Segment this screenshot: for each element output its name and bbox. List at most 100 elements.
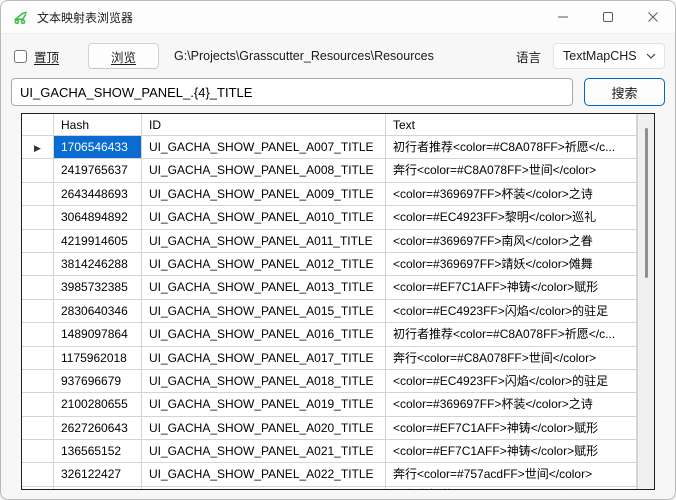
id-cell[interactable]: UI_GACHA_SHOW_PANEL_A007_TITLE <box>142 136 386 159</box>
id-cell[interactable]: UI_GACHA_SHOW_PANEL_A008_TITLE <box>142 159 386 182</box>
table-row[interactable]: ▶ 2627260643 UI_GACHA_SHOW_PANEL_A020_TI… <box>22 417 637 440</box>
column-header-text[interactable]: Text <box>386 114 637 136</box>
text-cell[interactable]: <color=#EF7C1AFF>神铸</color>赋形 <box>386 440 637 463</box>
id-cell[interactable]: UI_GACHA_SHOW_PANEL_A010_TITLE <box>142 206 386 229</box>
table-row[interactable]: ▶ 136565152 UI_GACHA_SHOW_PANEL_A021_TIT… <box>22 440 637 463</box>
table-row[interactable]: ▶ 3814246288 UI_GACHA_SHOW_PANEL_A012_TI… <box>22 253 637 276</box>
row-header-cell[interactable]: ▶ <box>22 417 54 440</box>
table-row[interactable]: ▶ 1489097864 UI_GACHA_SHOW_PANEL_A016_TI… <box>22 323 637 346</box>
partial-table-row[interactable]: 初行者推荐<color=#C8A078FF>祈愿</c... <box>22 487 637 489</box>
hash-cell[interactable]: 3064894892 <box>54 206 142 229</box>
table-row[interactable]: ▶ 2100280655 UI_GACHA_SHOW_PANEL_A019_TI… <box>22 393 637 416</box>
hash-cell[interactable]: 1706546433 <box>54 136 142 159</box>
text-cell[interactable]: <color=#EC4923FF>闪焰</color>的驻足 <box>386 300 637 323</box>
table-row[interactable]: ▶ 1706546433 UI_GACHA_SHOW_PANEL_A007_TI… <box>22 136 637 159</box>
row-header-cell[interactable]: ▶ <box>22 300 54 323</box>
column-header-id[interactable]: ID <box>142 114 386 136</box>
text-cell[interactable]: <color=#369697FF>南风</color>之眷 <box>386 230 637 253</box>
search-input[interactable] <box>11 78 573 106</box>
table-row[interactable]: ▶ 4219914605 UI_GACHA_SHOW_PANEL_A011_TI… <box>22 230 637 253</box>
scrollbar-thumb[interactable] <box>645 128 648 278</box>
table-row[interactable]: ▶ 2830640346 UI_GACHA_SHOW_PANEL_A015_TI… <box>22 300 637 323</box>
maximize-icon <box>602 11 614 23</box>
grid-header-row: Hash ID Text <box>22 114 637 136</box>
row-header-cell[interactable]: ▶ <box>22 230 54 253</box>
pin-checkbox-label: 置顶 <box>34 47 59 66</box>
row-header-cell[interactable]: ▶ <box>22 393 54 416</box>
id-cell[interactable]: UI_GACHA_SHOW_PANEL_A018_TITLE <box>142 370 386 393</box>
text-cell[interactable]: 奔行<color=#C8A078FF>世间</color> <box>386 159 637 182</box>
hash-cell[interactable]: 4219914605 <box>54 230 142 253</box>
hash-cell[interactable]: 1175962018 <box>54 347 142 370</box>
text-cell[interactable]: <color=#EC4923FF>黎明</color>巡礼 <box>386 206 637 229</box>
resources-path: G:\Projects\Grasscutter_Resources\Resour… <box>174 49 434 63</box>
table-row[interactable]: ▶ 937696679 UI_GACHA_SHOW_PANEL_A018_TIT… <box>22 370 637 393</box>
id-cell[interactable]: UI_GACHA_SHOW_PANEL_A016_TITLE <box>142 323 386 346</box>
id-cell[interactable]: UI_GACHA_SHOW_PANEL_A019_TITLE <box>142 393 386 416</box>
hash-cell[interactable]: 2100280655 <box>54 393 142 416</box>
id-cell[interactable]: UI_GACHA_SHOW_PANEL_A015_TITLE <box>142 300 386 323</box>
row-header-cell[interactable]: ▶ <box>22 183 54 206</box>
row-header-cell[interactable]: ▶ <box>22 276 54 299</box>
hash-cell[interactable]: 136565152 <box>54 440 142 463</box>
maximize-button[interactable] <box>585 1 630 33</box>
hash-cell[interactable]: 937696679 <box>54 370 142 393</box>
column-header-hash[interactable]: Hash <box>54 114 142 136</box>
minimize-button[interactable] <box>540 1 585 33</box>
hash-cell[interactable]: 3814246288 <box>54 253 142 276</box>
window-title: 文本映射表浏览器 <box>37 9 133 26</box>
hash-cell[interactable]: 2419765637 <box>54 159 142 182</box>
text-cell[interactable]: 初行者推荐<color=#C8A078FF>祈愿</c... <box>386 323 637 346</box>
text-cell[interactable]: <color=#EF7C1AFF>神铸</color>赋形 <box>386 276 637 299</box>
browse-button[interactable]: 浏览 <box>88 43 159 69</box>
row-header-cell[interactable]: ▶ <box>22 370 54 393</box>
vertical-scrollbar[interactable] <box>637 114 654 489</box>
id-cell[interactable]: UI_GACHA_SHOW_PANEL_A022_TITLE <box>142 463 386 486</box>
text-cell[interactable]: <color=#EC4923FF>闪焰</color>的驻足 <box>386 370 637 393</box>
row-header-cell[interactable]: ▶ <box>22 463 54 486</box>
grid-corner-cell[interactable] <box>22 114 54 136</box>
grid-table: Hash ID Text ▶ 1706546433 UI_GACHA_SHOW_… <box>22 114 637 489</box>
text-cell[interactable]: 初行者推荐<color=#C8A078FF>祈愿</c... <box>386 136 637 159</box>
id-cell[interactable]: UI_GACHA_SHOW_PANEL_A020_TITLE <box>142 417 386 440</box>
hash-cell[interactable]: 2830640346 <box>54 300 142 323</box>
text-cell[interactable]: <color=#369697FF>靖妖</color>傩舞 <box>386 253 637 276</box>
table-row[interactable]: ▶ 2643448693 UI_GACHA_SHOW_PANEL_A009_TI… <box>22 183 637 206</box>
id-cell[interactable]: UI_GACHA_SHOW_PANEL_A009_TITLE <box>142 183 386 206</box>
close-button[interactable] <box>630 1 675 33</box>
hash-cell[interactable]: 1489097864 <box>54 323 142 346</box>
text-cell[interactable]: <color=#EF7C1AFF>神铸</color>赋形 <box>386 417 637 440</box>
hash-cell[interactable]: 2643448693 <box>54 183 142 206</box>
text-cell[interactable]: <color=#369697FF>杯装</color>之诗 <box>386 183 637 206</box>
text-cell[interactable]: <color=#369697FF>杯装</color>之诗 <box>386 393 637 416</box>
language-label: 语言 <box>516 47 541 66</box>
pin-checkbox[interactable]: 置顶 <box>14 47 59 66</box>
table-row[interactable]: ▶ 3985732385 UI_GACHA_SHOW_PANEL_A013_TI… <box>22 276 637 299</box>
grid-rows: ▶ 1706546433 UI_GACHA_SHOW_PANEL_A007_TI… <box>22 136 637 487</box>
hash-cell[interactable]: 326122427 <box>54 463 142 486</box>
search-button[interactable]: 搜索 <box>584 78 665 106</box>
row-header-cell[interactable]: ▶ <box>22 136 54 159</box>
table-row[interactable]: ▶ 3064894892 UI_GACHA_SHOW_PANEL_A010_TI… <box>22 206 637 229</box>
row-header-cell[interactable]: ▶ <box>22 253 54 276</box>
language-select[interactable]: TextMapCHS <box>553 43 665 69</box>
row-header-cell[interactable]: ▶ <box>22 323 54 346</box>
table-row[interactable]: ▶ 326122427 UI_GACHA_SHOW_PANEL_A022_TIT… <box>22 463 637 486</box>
hash-cell[interactable]: 3985732385 <box>54 276 142 299</box>
caption-buttons <box>540 1 675 33</box>
text-cell[interactable]: 奔行<color=#757acdFF>世间</color> <box>386 463 637 486</box>
id-cell[interactable]: UI_GACHA_SHOW_PANEL_A013_TITLE <box>142 276 386 299</box>
language-select-value: TextMapCHS <box>563 49 637 63</box>
id-cell[interactable]: UI_GACHA_SHOW_PANEL_A021_TITLE <box>142 440 386 463</box>
row-header-cell[interactable]: ▶ <box>22 206 54 229</box>
text-cell[interactable]: 奔行<color=#C8A078FF>世间</color> <box>386 347 637 370</box>
id-cell[interactable]: UI_GACHA_SHOW_PANEL_A017_TITLE <box>142 347 386 370</box>
row-header-cell[interactable]: ▶ <box>22 347 54 370</box>
id-cell[interactable]: UI_GACHA_SHOW_PANEL_A011_TITLE <box>142 230 386 253</box>
table-row[interactable]: ▶ 1175962018 UI_GACHA_SHOW_PANEL_A017_TI… <box>22 347 637 370</box>
table-row[interactable]: ▶ 2419765637 UI_GACHA_SHOW_PANEL_A008_TI… <box>22 159 637 182</box>
row-header-cell[interactable]: ▶ <box>22 440 54 463</box>
hash-cell[interactable]: 2627260643 <box>54 417 142 440</box>
id-cell[interactable]: UI_GACHA_SHOW_PANEL_A012_TITLE <box>142 253 386 276</box>
row-header-cell[interactable]: ▶ <box>22 159 54 182</box>
